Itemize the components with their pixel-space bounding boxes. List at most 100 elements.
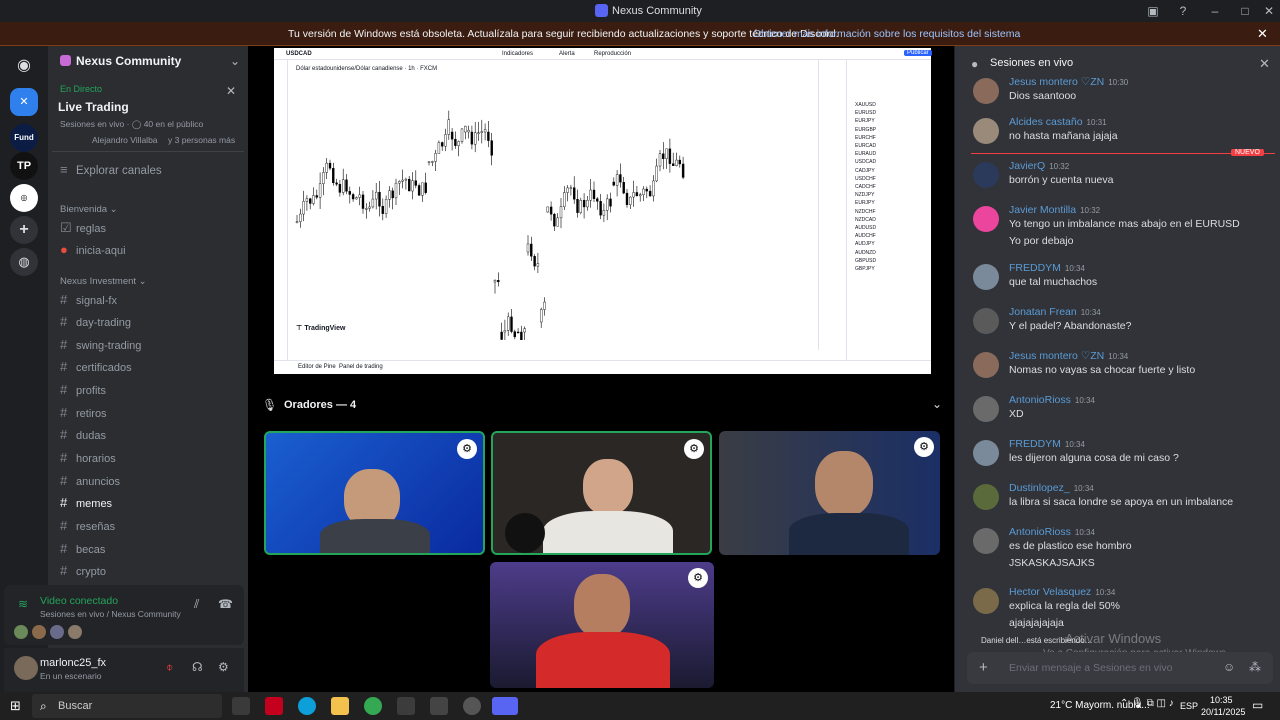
tray-icons[interactable]: ⌃ 🎙 ⧉ ◫ ♪	[1120, 698, 1174, 709]
tv-pine-editor-tab[interactable]: Editor de Pine	[298, 364, 336, 370]
watchlist-symbol[interactable]: USDCHF	[855, 176, 913, 182]
avatar[interactable]	[973, 264, 999, 290]
watchlist-symbol[interactable]: NZDCHF	[855, 209, 913, 215]
avatar[interactable]	[973, 78, 999, 104]
avatar[interactable]	[973, 528, 999, 554]
server-icon-2[interactable]: Fund	[10, 124, 38, 152]
message-author[interactable]: AntonioRioss 10:34	[1009, 526, 1095, 538]
clock-date[interactable]: 20/11/2025	[1201, 707, 1245, 717]
discord-taskbar-icon[interactable]	[492, 697, 518, 715]
chevron-down-icon[interactable]: ⌄	[932, 397, 942, 411]
add-server-icon[interactable]: +	[10, 216, 38, 244]
channel-day-trading[interactable]: # day-trading	[60, 312, 240, 332]
watchlist-symbol[interactable]: XAUUSD	[855, 102, 913, 108]
close-chat-icon[interactable]: ✕	[1259, 56, 1270, 72]
channel-becas[interactable]: # becas	[60, 539, 240, 559]
channel-reglas[interactable]: ☑ reglas	[60, 218, 240, 238]
watchlist-symbol[interactable]: CADCHF	[855, 184, 913, 190]
add-attachment-icon[interactable]: +	[979, 659, 988, 676]
speaker-video-tile[interactable]: ⚙	[719, 431, 940, 555]
windows-start-icon[interactable]: ⊞	[10, 698, 21, 714]
minimize-button[interactable]: –	[1208, 4, 1222, 18]
tv-trading-panel-tab[interactable]: Panel de trading	[339, 364, 383, 370]
avatar[interactable]	[973, 440, 999, 466]
server-icon-4[interactable]: ◎	[10, 184, 38, 212]
maximize-button[interactable]: □	[1238, 4, 1252, 18]
channel-anuncios[interactable]: # anuncios	[60, 471, 240, 491]
watchlist-symbol[interactable]: EURCHF	[855, 135, 913, 141]
screen-share-tradingview[interactable]: USDCAD Indicadores Alerta Reproducción P…	[274, 48, 932, 374]
message-author[interactable]: Jonatan Frean 10:34	[1009, 306, 1101, 318]
watchlist-symbol[interactable]: CADJPY	[855, 168, 913, 174]
watchlist-symbol[interactable]: GBPUSD	[855, 258, 913, 264]
message-author[interactable]: Jesus montero ♡ZN 10:34	[1009, 350, 1128, 362]
channel-horarios[interactable]: # horarios	[60, 448, 240, 468]
taskbar-app-icon[interactable]	[265, 697, 283, 715]
notion-icon[interactable]	[397, 697, 415, 715]
headphones-icon[interactable]: ☊	[192, 660, 203, 674]
message-author[interactable]: AntonioRioss 10:34	[1009, 394, 1095, 406]
capcut-icon[interactable]	[430, 697, 448, 715]
tv-replay[interactable]: Reproducción	[594, 51, 631, 57]
watchlist-symbol[interactable]: EURUSD	[855, 110, 913, 116]
explore-servers-icon[interactable]: ◍	[10, 248, 38, 276]
apps-icon[interactable]: ⁂	[1249, 660, 1261, 674]
message-author[interactable]: Alcides castaño 10:31	[1009, 116, 1107, 128]
message-author[interactable]: JavierQ 10:32	[1009, 160, 1069, 172]
watchlist-symbol[interactable]: EURJPY	[855, 200, 913, 206]
discord-home-icon[interactable]: ◉	[10, 52, 38, 80]
avatar[interactable]	[973, 162, 999, 188]
settings-gear-icon[interactable]: ⚙	[218, 660, 229, 674]
notifications-icon[interactable]: ▭	[1252, 698, 1263, 712]
watchlist-symbol[interactable]: EURCAD	[855, 143, 913, 149]
channel-memes[interactable]: # memes	[60, 493, 240, 513]
avatar[interactable]	[973, 396, 999, 422]
noise-suppression-icon[interactable]: ⫽	[194, 597, 199, 612]
chevron-down-icon[interactable]: ⌄	[230, 54, 240, 68]
channel-signal-fx[interactable]: # signal-fx	[60, 290, 240, 310]
language-indicator[interactable]: ESP	[1180, 701, 1198, 711]
watchlist-symbol[interactable]: AUDNZD	[855, 250, 913, 256]
speaker-video-tile[interactable]: ⚙	[264, 431, 485, 555]
watchlist-symbol[interactable]: GBPJPY	[855, 266, 913, 272]
server-icon-3[interactable]: TP	[10, 152, 38, 180]
task-view-icon[interactable]	[232, 697, 250, 715]
tv-publish-button[interactable]: Publicar	[904, 50, 932, 56]
channel-inicia-aqui[interactable]: ● inicia-aqui	[60, 240, 240, 260]
clock-time[interactable]: 10:35	[1210, 695, 1233, 705]
channel-crypto[interactable]: # crypto	[60, 561, 240, 581]
avatar[interactable]	[973, 206, 999, 232]
emoji-icon[interactable]: ☺	[1223, 660, 1235, 674]
watchlist-symbol[interactable]: AUDCHF	[855, 233, 913, 239]
banner-close-icon[interactable]: ✕	[1257, 26, 1268, 42]
channel-swing-trading[interactable]: # swing-trading	[60, 335, 240, 355]
tv-symbol[interactable]: USDCAD	[286, 51, 312, 57]
chrome-icon[interactable]	[364, 697, 382, 715]
channel-certificados[interactable]: # certificados	[60, 357, 240, 377]
message-author[interactable]: FREDDYM 10:34	[1009, 262, 1085, 274]
live-event-card[interactable]: En Directo Live Trading Sesiones en vivo…	[52, 80, 244, 152]
avatar[interactable]	[14, 656, 38, 680]
inbox-icon[interactable]: ▣	[1146, 4, 1160, 18]
watchlist-symbol[interactable]: EURJPY	[855, 118, 913, 124]
message-author[interactable]: Dustinlopez_ 10:34	[1009, 482, 1094, 494]
close-live-icon[interactable]: ✕	[226, 84, 236, 98]
speaker-video-tile[interactable]: ⚙	[490, 562, 714, 688]
close-window-button[interactable]: ✕	[1262, 4, 1276, 18]
avatar[interactable]	[973, 484, 999, 510]
help-icon[interactable]: ?	[1176, 4, 1190, 18]
speakers-header[interactable]: 🎙 Oradores — 4 ⌄	[258, 394, 948, 418]
explore-channels[interactable]: ≡ Explorar canales	[60, 160, 240, 180]
message-author[interactable]: FREDDYM 10:34	[1009, 438, 1085, 450]
watchlist-symbol[interactable]: NZDJPY	[855, 192, 913, 198]
tv-indicators[interactable]: Indicadores	[502, 51, 533, 57]
watchlist-symbol[interactable]: USDCAD	[855, 159, 913, 165]
category-bienvenida[interactable]: Bienvenida ⌄	[60, 204, 118, 215]
avatar[interactable]	[973, 352, 999, 378]
disconnect-icon[interactable]: ☎	[218, 597, 233, 611]
tv-alert[interactable]: Alerta	[559, 51, 575, 57]
mute-icon[interactable]: ⌽	[166, 660, 173, 675]
server-nexus-icon[interactable]: ✕	[10, 88, 38, 116]
file-explorer-icon[interactable]	[331, 697, 349, 715]
chat-input[interactable]: Enviar mensaje a Sesiones en vivo	[1009, 662, 1172, 674]
